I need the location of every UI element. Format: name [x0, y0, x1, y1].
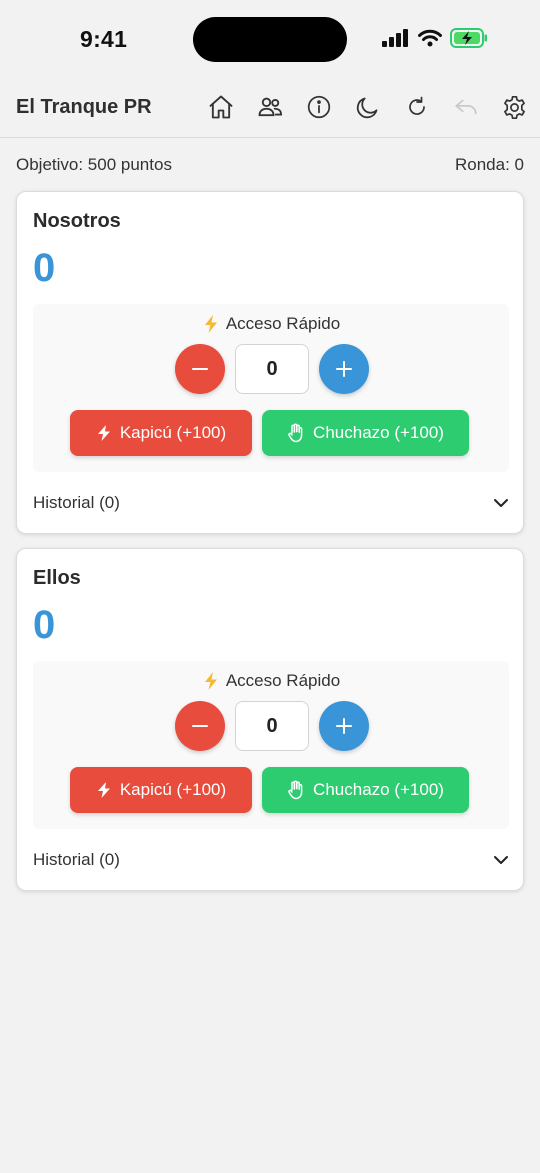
quick-access-panel: Acceso Rápido Kapicú (+100)	[33, 304, 509, 472]
increment-button[interactable]	[319, 344, 369, 394]
history-label: Historial (0)	[33, 850, 120, 869]
points-input[interactable]	[235, 344, 309, 394]
history-toggle[interactable]: Historial (0)	[33, 488, 509, 518]
players-button[interactable]	[245, 92, 294, 122]
reset-button[interactable]	[392, 92, 441, 122]
decrement-button[interactable]	[175, 701, 225, 751]
dynamic-island	[193, 17, 347, 62]
undo-button[interactable]	[441, 92, 490, 122]
status-icons	[382, 28, 488, 53]
increment-button[interactable]	[319, 701, 369, 751]
home-button[interactable]	[196, 92, 245, 122]
lightning-icon	[204, 315, 217, 333]
chuchazo-label: Chuchazo (+100)	[313, 423, 444, 442]
team-card-nosotros: Nosotros 0 Acceso Rápido Kapicú (+100)	[16, 191, 524, 534]
hand-icon	[288, 423, 303, 443]
bonus-actions: Kapicú (+100) Chuchazo (+100)	[70, 767, 469, 813]
app-title: El Tranque PR	[16, 96, 152, 118]
bonus-actions: Kapicú (+100) Chuchazo (+100)	[70, 410, 469, 456]
plus-icon	[336, 361, 352, 377]
kapicu-label: Kapicú (+100)	[119, 423, 227, 442]
team-name: Nosotros	[33, 210, 121, 232]
app-header: El Tranque PR	[0, 80, 540, 138]
quick-access-header: Acceso Rápido	[33, 671, 509, 691]
chuchazo-button[interactable]: Chuchazo (+100)	[262, 767, 469, 813]
minus-icon	[192, 725, 208, 727]
hand-icon	[288, 780, 303, 800]
decrement-button[interactable]	[175, 344, 225, 394]
team-card-ellos: Ellos 0 Acceso Rápido Kapicú (+100)	[16, 548, 524, 891]
dark-mode-button[interactable]	[343, 92, 392, 122]
signal-icon	[382, 29, 410, 52]
moon-icon	[356, 97, 378, 118]
wifi-icon	[418, 29, 442, 52]
chuchazo-label: Chuchazo (+100)	[313, 780, 444, 799]
points-stepper	[175, 344, 369, 394]
quick-access-panel: Acceso Rápido Kapicú (+100)	[33, 661, 509, 829]
refresh-icon	[408, 96, 425, 115]
chevron-down-icon	[494, 499, 508, 507]
lightning-icon	[204, 672, 217, 690]
info-button[interactable]	[294, 92, 343, 122]
quick-access-label: Acceso Rápido	[225, 314, 341, 333]
kapicu-button[interactable]: Kapicú (+100)	[70, 767, 252, 813]
bolt-icon	[97, 425, 110, 441]
header-toolbar	[196, 92, 539, 122]
kapicu-label: Kapicú (+100)	[119, 780, 227, 799]
undo-icon	[454, 99, 477, 115]
status-time: 9:41	[80, 26, 128, 52]
bolt-icon	[97, 782, 110, 798]
game-info-row: Objetivo: 500 puntos Ronda: 0	[16, 155, 524, 175]
quick-access-label: Acceso Rápido	[225, 671, 341, 690]
history-toggle[interactable]: Historial (0)	[33, 845, 509, 875]
kapicu-button[interactable]: Kapicú (+100)	[70, 410, 252, 456]
chevron-down-icon	[494, 856, 508, 864]
team-score: 0	[33, 603, 56, 647]
round-label: Ronda: 0	[455, 155, 524, 174]
users-icon	[258, 97, 282, 117]
plus-icon	[336, 718, 352, 734]
team-name: Ellos	[33, 567, 81, 589]
points-input[interactable]	[235, 701, 309, 751]
settings-icon	[504, 95, 525, 119]
target-points-label: Objetivo: 500 puntos	[16, 155, 172, 174]
quick-access-header: Acceso Rápido	[33, 314, 509, 334]
history-label: Historial (0)	[33, 493, 120, 512]
info-icon	[307, 95, 330, 119]
battery-icon	[450, 28, 488, 53]
status-bar: 9:41	[0, 0, 540, 80]
home-icon	[209, 95, 232, 119]
chuchazo-button[interactable]: Chuchazo (+100)	[262, 410, 469, 456]
settings-button[interactable]	[490, 92, 539, 122]
minus-icon	[192, 368, 208, 370]
team-score: 0	[33, 246, 56, 290]
points-stepper	[175, 701, 369, 751]
